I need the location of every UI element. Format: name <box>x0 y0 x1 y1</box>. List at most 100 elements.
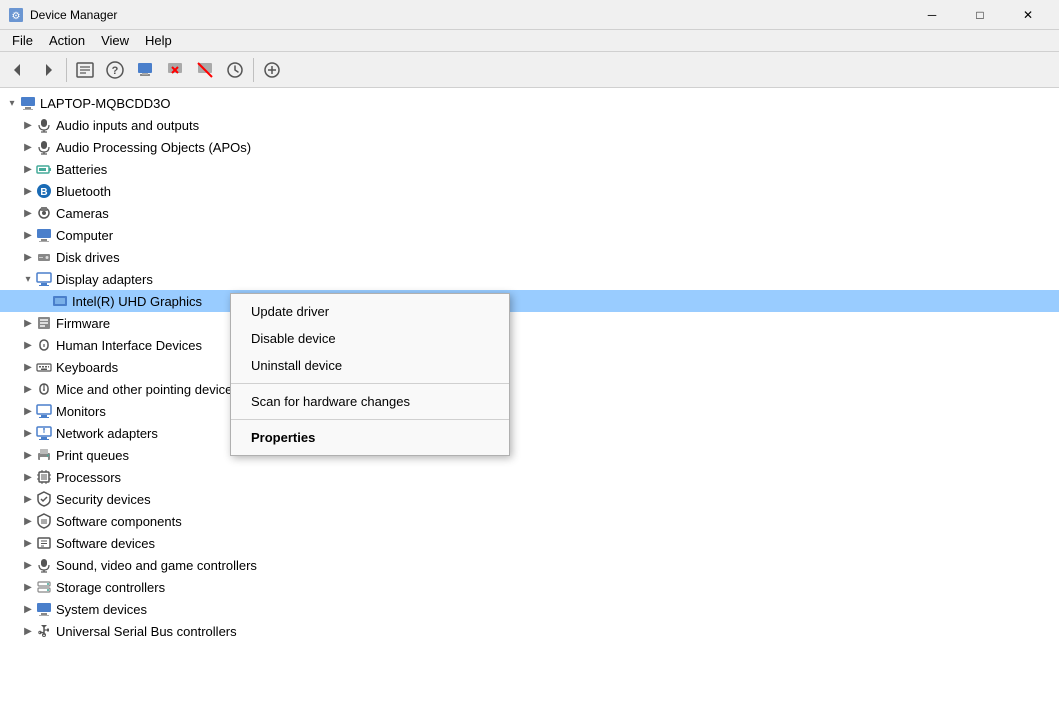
tree-item-print-queues[interactable]: ▶ Print queues <box>0 444 1059 466</box>
tree-item-disk-drives[interactable]: ▶ Disk drives <box>0 246 1059 268</box>
sound-video-expand[interactable]: ▶ <box>20 557 36 573</box>
tree-item-system-devices[interactable]: ▶ System devices <box>0 598 1059 620</box>
tree-item-audio-processing[interactable]: ▶ Audio Processing Objects (APOs) <box>0 136 1059 158</box>
svg-text:⚙: ⚙ <box>12 11 21 22</box>
storage-expand[interactable]: ▶ <box>20 579 36 595</box>
menu-file[interactable]: File <box>4 31 41 50</box>
context-update-driver[interactable]: Update driver <box>231 298 509 325</box>
tree-item-intel-uhd[interactable]: Intel(R) UHD Graphics <box>0 290 1059 312</box>
usb-controllers-label: Universal Serial Bus controllers <box>56 624 237 639</box>
tree-item-software-components[interactable]: ▶ Software components <box>0 510 1059 532</box>
display-expand[interactable]: ▾ <box>20 271 36 287</box>
computer-icon <box>20 95 36 111</box>
tree-item-human-interface[interactable]: ▶ Human Interface Devices <box>0 334 1059 356</box>
security-devices-label: Security devices <box>56 492 151 507</box>
audio-proc-expand[interactable]: ▶ <box>20 139 36 155</box>
audio-inputs-icon <box>36 117 52 133</box>
bluetooth-icon: B <box>36 183 52 199</box>
sw-components-expand[interactable]: ▶ <box>20 513 36 529</box>
software-components-icon <box>36 513 52 529</box>
tree-item-usb-controllers[interactable]: ▶ Universal Serial Bus controllers <box>0 620 1059 642</box>
audio-processing-label: Audio Processing Objects (APOs) <box>56 140 251 155</box>
tree-item-batteries[interactable]: ▶ Batteries <box>0 158 1059 180</box>
menu-action[interactable]: Action <box>41 31 93 50</box>
tree-item-mice[interactable]: ▶ Mice and other pointing devices <box>0 378 1059 400</box>
computer-expand[interactable]: ▶ <box>20 227 36 243</box>
software-devices-icon <box>36 535 52 551</box>
print-expand[interactable]: ▶ <box>20 447 36 463</box>
tree-item-bluetooth[interactable]: ▶ B Bluetooth <box>0 180 1059 202</box>
tree-item-storage-controllers[interactable]: ▶ Storage controllers <box>0 576 1059 598</box>
network-adapters-label: Network adapters <box>56 426 158 441</box>
firmware-expand[interactable]: ▶ <box>20 315 36 331</box>
main-content: ▾ LAPTOP-MQBCDD3O ▶ Audio inputs and out… <box>0 88 1059 715</box>
tree-item-audio-inputs[interactable]: ▶ Audio inputs and outputs <box>0 114 1059 136</box>
network-expand[interactable]: ▶ <box>20 425 36 441</box>
tree-item-processors[interactable]: ▶ Processors <box>0 466 1059 488</box>
minimize-button[interactable]: ─ <box>909 0 955 30</box>
context-separator-1 <box>231 383 509 384</box>
add-hardware-button[interactable] <box>258 56 286 84</box>
root-label: LAPTOP-MQBCDD3O <box>40 96 171 111</box>
tree-item-monitors[interactable]: ▶ Monitors <box>0 400 1059 422</box>
update-driver-button[interactable] <box>131 56 159 84</box>
hid-expand[interactable]: ▶ <box>20 337 36 353</box>
usb-expand[interactable]: ▶ <box>20 623 36 639</box>
close-button[interactable]: ✕ <box>1005 0 1051 30</box>
scan-hardware-button[interactable] <box>221 56 249 84</box>
computer-label: Computer <box>56 228 113 243</box>
app-icon: ⚙ <box>8 7 24 23</box>
tree-item-display-adapters[interactable]: ▾ Display adapters <box>0 268 1059 290</box>
tree-item-cameras[interactable]: ▶ Cameras <box>0 202 1059 224</box>
context-disable-device[interactable]: Disable device <box>231 325 509 352</box>
monitors-expand[interactable]: ▶ <box>20 403 36 419</box>
menu-view[interactable]: View <box>93 31 137 50</box>
tree-item-computer[interactable]: ▶ Computer <box>0 224 1059 246</box>
batteries-label: Batteries <box>56 162 107 177</box>
keyboards-expand[interactable]: ▶ <box>20 359 36 375</box>
context-uninstall-device[interactable]: Uninstall device <box>231 352 509 379</box>
cameras-expand[interactable]: ▶ <box>20 205 36 221</box>
toolbar: ? <box>0 52 1059 88</box>
sw-devices-expand[interactable]: ▶ <box>20 535 36 551</box>
title-bar-text: Device Manager <box>30 8 117 22</box>
tree-root[interactable]: ▾ LAPTOP-MQBCDD3O <box>0 92 1059 114</box>
back-button[interactable] <box>4 56 32 84</box>
audio-processing-icon <box>36 139 52 155</box>
tree-item-security-devices[interactable]: ▶ Security devices <box>0 488 1059 510</box>
keyboards-icon <box>36 359 52 375</box>
disk-drives-icon <box>36 249 52 265</box>
tree-item-keyboards[interactable]: ▶ Keyboards <box>0 356 1059 378</box>
system-expand[interactable]: ▶ <box>20 601 36 617</box>
uninstall-device-button[interactable] <box>161 56 189 84</box>
disable-device-button[interactable] <box>191 56 219 84</box>
mice-expand[interactable]: ▶ <box>20 381 36 397</box>
intel-uhd-label: Intel(R) UHD Graphics <box>72 294 202 309</box>
menu-help[interactable]: Help <box>137 31 180 50</box>
forward-button[interactable] <box>34 56 62 84</box>
audio-expand[interactable]: ▶ <box>20 117 36 133</box>
context-scan-hardware[interactable]: Scan for hardware changes <box>231 388 509 415</box>
svg-text:?: ? <box>112 65 119 77</box>
sound-video-label: Sound, video and game controllers <box>56 558 257 573</box>
processors-label: Processors <box>56 470 121 485</box>
bluetooth-expand[interactable]: ▶ <box>20 183 36 199</box>
batteries-expand[interactable]: ▶ <box>20 161 36 177</box>
show-properties-button[interactable] <box>71 56 99 84</box>
tree-item-firmware[interactable]: ▶ Firmware <box>0 312 1059 334</box>
processors-expand[interactable]: ▶ <box>20 469 36 485</box>
mice-label: Mice and other pointing devices <box>56 382 239 397</box>
disk-expand[interactable]: ▶ <box>20 249 36 265</box>
firmware-icon <box>36 315 52 331</box>
security-expand[interactable]: ▶ <box>20 491 36 507</box>
maximize-button[interactable]: □ <box>957 0 1003 30</box>
tree-item-network-adapters[interactable]: ▶ Network adapters <box>0 422 1059 444</box>
context-properties[interactable]: Properties <box>231 424 509 451</box>
display-adapters-icon <box>36 271 52 287</box>
root-expand[interactable]: ▾ <box>4 95 20 111</box>
tree-item-sound-video[interactable]: ▶ Sound, video and game controllers <box>0 554 1059 576</box>
help-button[interactable]: ? <box>101 56 129 84</box>
usb-controllers-icon <box>36 623 52 639</box>
tree-item-software-devices[interactable]: ▶ Software devices <box>0 532 1059 554</box>
menu-bar: File Action View Help <box>0 30 1059 52</box>
